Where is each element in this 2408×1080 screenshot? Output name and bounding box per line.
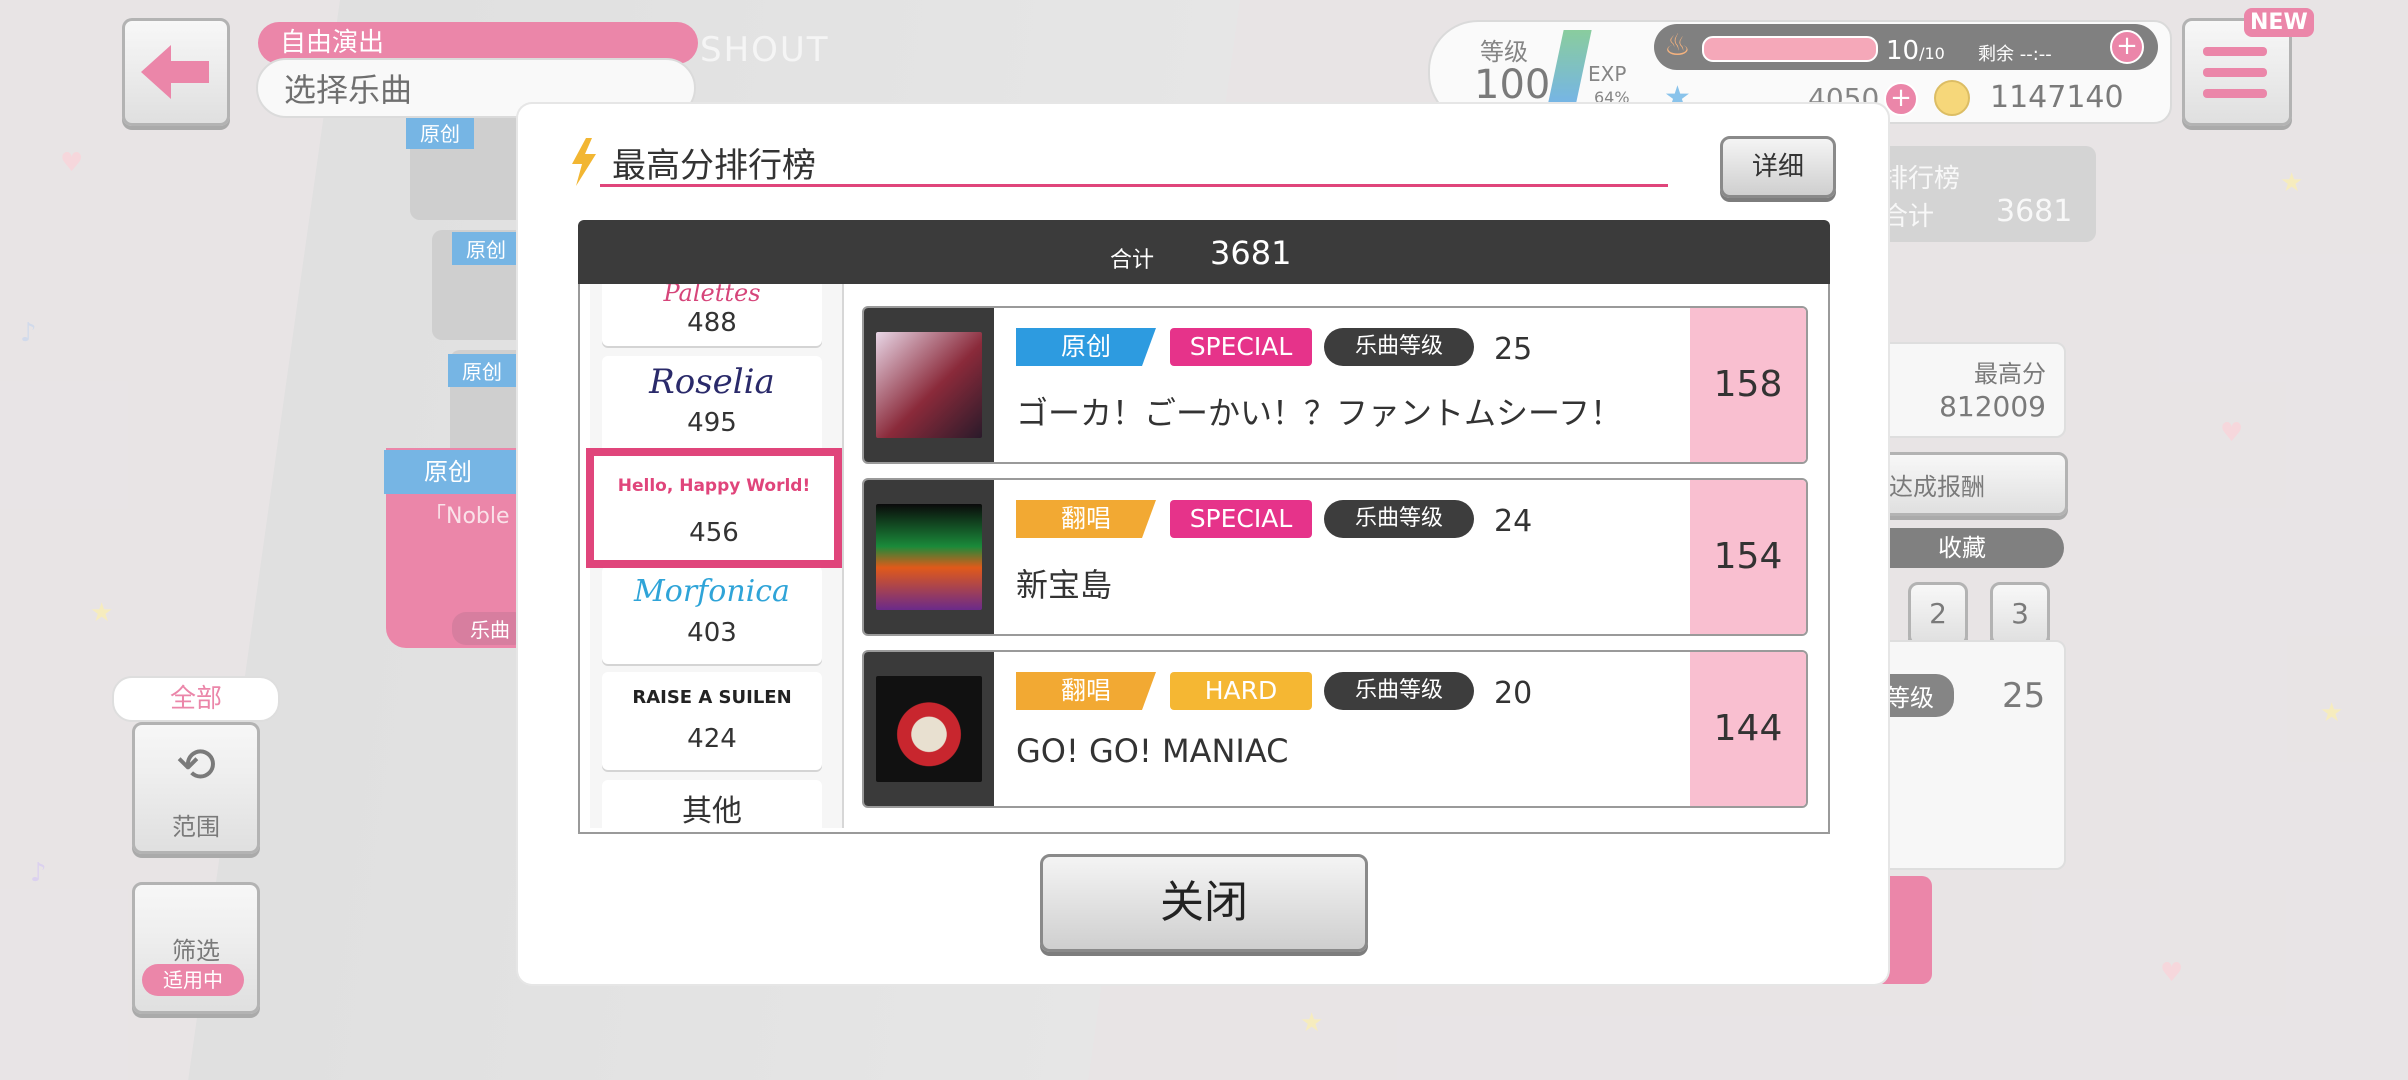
total-value: 3681 xyxy=(1210,234,1292,272)
song-row[interactable]: 原创 SPECIAL 乐曲等级 25 ゴーカ！ごーかい！？ファントムシーフ！ 1… xyxy=(862,306,1808,464)
band-item-palettes[interactable]: Palettes 488 xyxy=(602,284,822,346)
band-score: 456 xyxy=(689,518,739,548)
band-score: 488 xyxy=(687,308,737,338)
song-name: 新宝島 xyxy=(1016,566,1113,604)
band-score: 495 xyxy=(687,408,737,438)
song-level: 24 xyxy=(1494,504,1533,539)
song-level: 25 xyxy=(1494,332,1533,367)
lightning-icon xyxy=(568,138,598,190)
level-tag: 乐曲等级 xyxy=(1324,672,1474,710)
band-logo: Palettes xyxy=(663,284,761,307)
band-logo: RAISE A SUILEN xyxy=(632,687,792,708)
band-item-morfonica[interactable]: Morfonica 403 xyxy=(602,566,822,664)
song-row[interactable]: 翻唱 SPECIAL 乐曲等级 24 新宝島 154 xyxy=(862,478,1808,636)
jacket-art xyxy=(876,676,982,782)
song-jacket xyxy=(864,308,994,462)
song-type-tag: 原创 xyxy=(1016,328,1156,366)
song-score: 158 xyxy=(1690,308,1806,462)
jacket-art xyxy=(876,332,982,438)
song-score: 144 xyxy=(1690,652,1806,806)
total-bar xyxy=(578,220,1830,284)
close-button[interactable]: 关闭 xyxy=(1040,854,1368,952)
song-name: GO! GO! MANIAC xyxy=(1016,732,1289,770)
song-name: ゴーカ！ごーかい！？ファントムシーフ！ xyxy=(1016,394,1623,432)
level-tag: 乐曲等级 xyxy=(1324,500,1474,538)
song-score: 154 xyxy=(1690,480,1806,634)
song-type-tag: 翻唱 xyxy=(1016,500,1156,538)
detail-button[interactable]: 详细 xyxy=(1720,136,1836,198)
song-jacket xyxy=(864,652,994,806)
band-item-other[interactable]: 其他 xyxy=(602,780,822,828)
band-item-hello-happy-world[interactable]: ★ ★ Hello, Happy World! 456 xyxy=(586,448,842,568)
level-tag: 乐曲等级 xyxy=(1324,328,1474,366)
modal-title: 最高分排行榜 xyxy=(612,146,816,186)
band-logo: Hello, Happy World! xyxy=(617,476,811,496)
band-logo: Morfonica xyxy=(634,574,790,609)
difficulty-tag: SPECIAL xyxy=(1170,328,1312,366)
jacket-art xyxy=(876,504,982,610)
song-type-tag: 翻唱 xyxy=(1016,672,1156,710)
band-item-raise-a-suilen[interactable]: RAISE A SUILEN 424 xyxy=(602,672,822,770)
band-score: 424 xyxy=(687,724,737,754)
song-row[interactable]: 翻唱 HARD 乐曲等级 20 GO! GO! MANIAC 144 xyxy=(862,650,1808,808)
band-logo: Roselia xyxy=(649,362,775,402)
band-score: 403 xyxy=(687,618,737,648)
song-level: 20 xyxy=(1494,676,1533,711)
total-label: 合计 xyxy=(1110,248,1155,273)
difficulty-tag: HARD xyxy=(1170,672,1312,710)
song-jacket xyxy=(864,480,994,634)
band-logo: 其他 xyxy=(682,794,742,828)
band-item-roselia[interactable]: Roselia 495 xyxy=(602,356,822,454)
title-underline xyxy=(600,184,1668,187)
difficulty-tag: SPECIAL xyxy=(1170,500,1312,538)
